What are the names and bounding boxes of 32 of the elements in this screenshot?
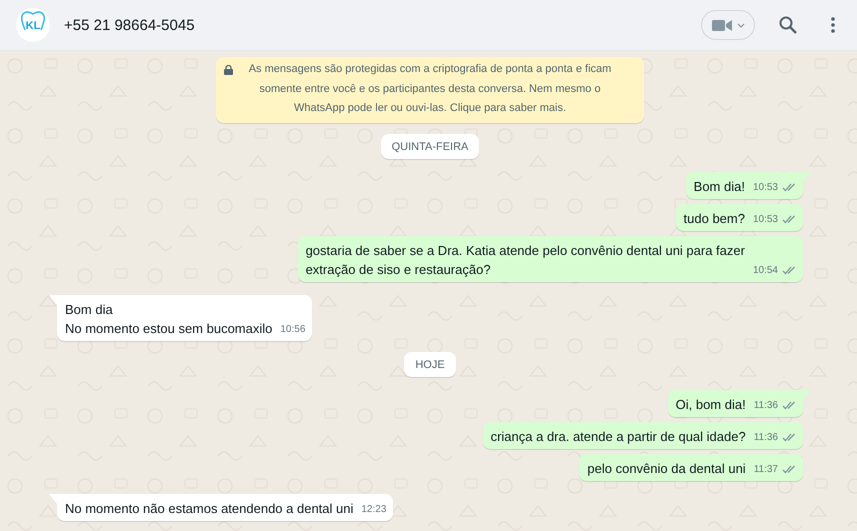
tooth-icon xyxy=(19,10,47,32)
message-text: gostaria de saber se a Dra. Katia atende pelo convênio dental uni para fazer extração de siso e restauração? xyxy=(306,242,745,278)
caret-icon xyxy=(736,22,744,28)
message-time: 11:36 xyxy=(754,398,778,412)
date-label: QUINTA-FEIRA xyxy=(380,134,480,158)
date-label: HOJE xyxy=(404,352,456,376)
menu-icon xyxy=(831,17,835,33)
search-icon xyxy=(779,16,797,34)
message-text: tudo bem? xyxy=(684,210,745,228)
message-text: Bom dia No momento estou sem bucomaxilo xyxy=(65,300,272,338)
message-time: 10:53 xyxy=(752,180,778,194)
lock-icon xyxy=(224,65,233,75)
contact-name[interactable]: +55 21 98664-5045 xyxy=(64,16,687,34)
video-call-button[interactable] xyxy=(701,10,755,40)
message-time: 11:37 xyxy=(754,462,778,476)
message-text: Oi, bom dia! xyxy=(676,396,746,414)
message-text: No momento não estamos atendendo a dental uni xyxy=(65,500,354,518)
message-time: 11:36 xyxy=(754,430,778,444)
message-time: 10:53 xyxy=(752,212,778,226)
message-text: pelo convênio da dental uni xyxy=(587,460,746,478)
encryption-notice[interactable]: As mensagens são protegidas com a criptografia de ponta a ponta e ficam somente entre você e os participantes desta conversa. Nem mesmo o WhatsApp pode ler ou ouvi-las. Clique para saber mais. xyxy=(216,57,644,122)
clinic-logo[interactable]: KL xyxy=(16,8,50,42)
menu-button[interactable] xyxy=(831,17,835,33)
video-camera-icon xyxy=(712,18,732,32)
encryption-text: As mensagens são protegidas com a criptografia de ponta a ponta e ficam somente entre você e os participantes desta conversa. Nem mesmo o WhatsApp pode ler ou ouvi-las. Clique para saber mais. xyxy=(248,62,612,116)
message-time: 10:54 xyxy=(752,264,778,278)
message-text: Bom dia! xyxy=(694,178,745,196)
message-time: 10:56 xyxy=(280,322,306,336)
logo-text: KL xyxy=(26,20,40,32)
search-button[interactable] xyxy=(779,16,797,34)
message-text: criança a dra. atende a partir de qual idade? xyxy=(490,428,746,446)
message-time: 12:23 xyxy=(361,502,386,516)
